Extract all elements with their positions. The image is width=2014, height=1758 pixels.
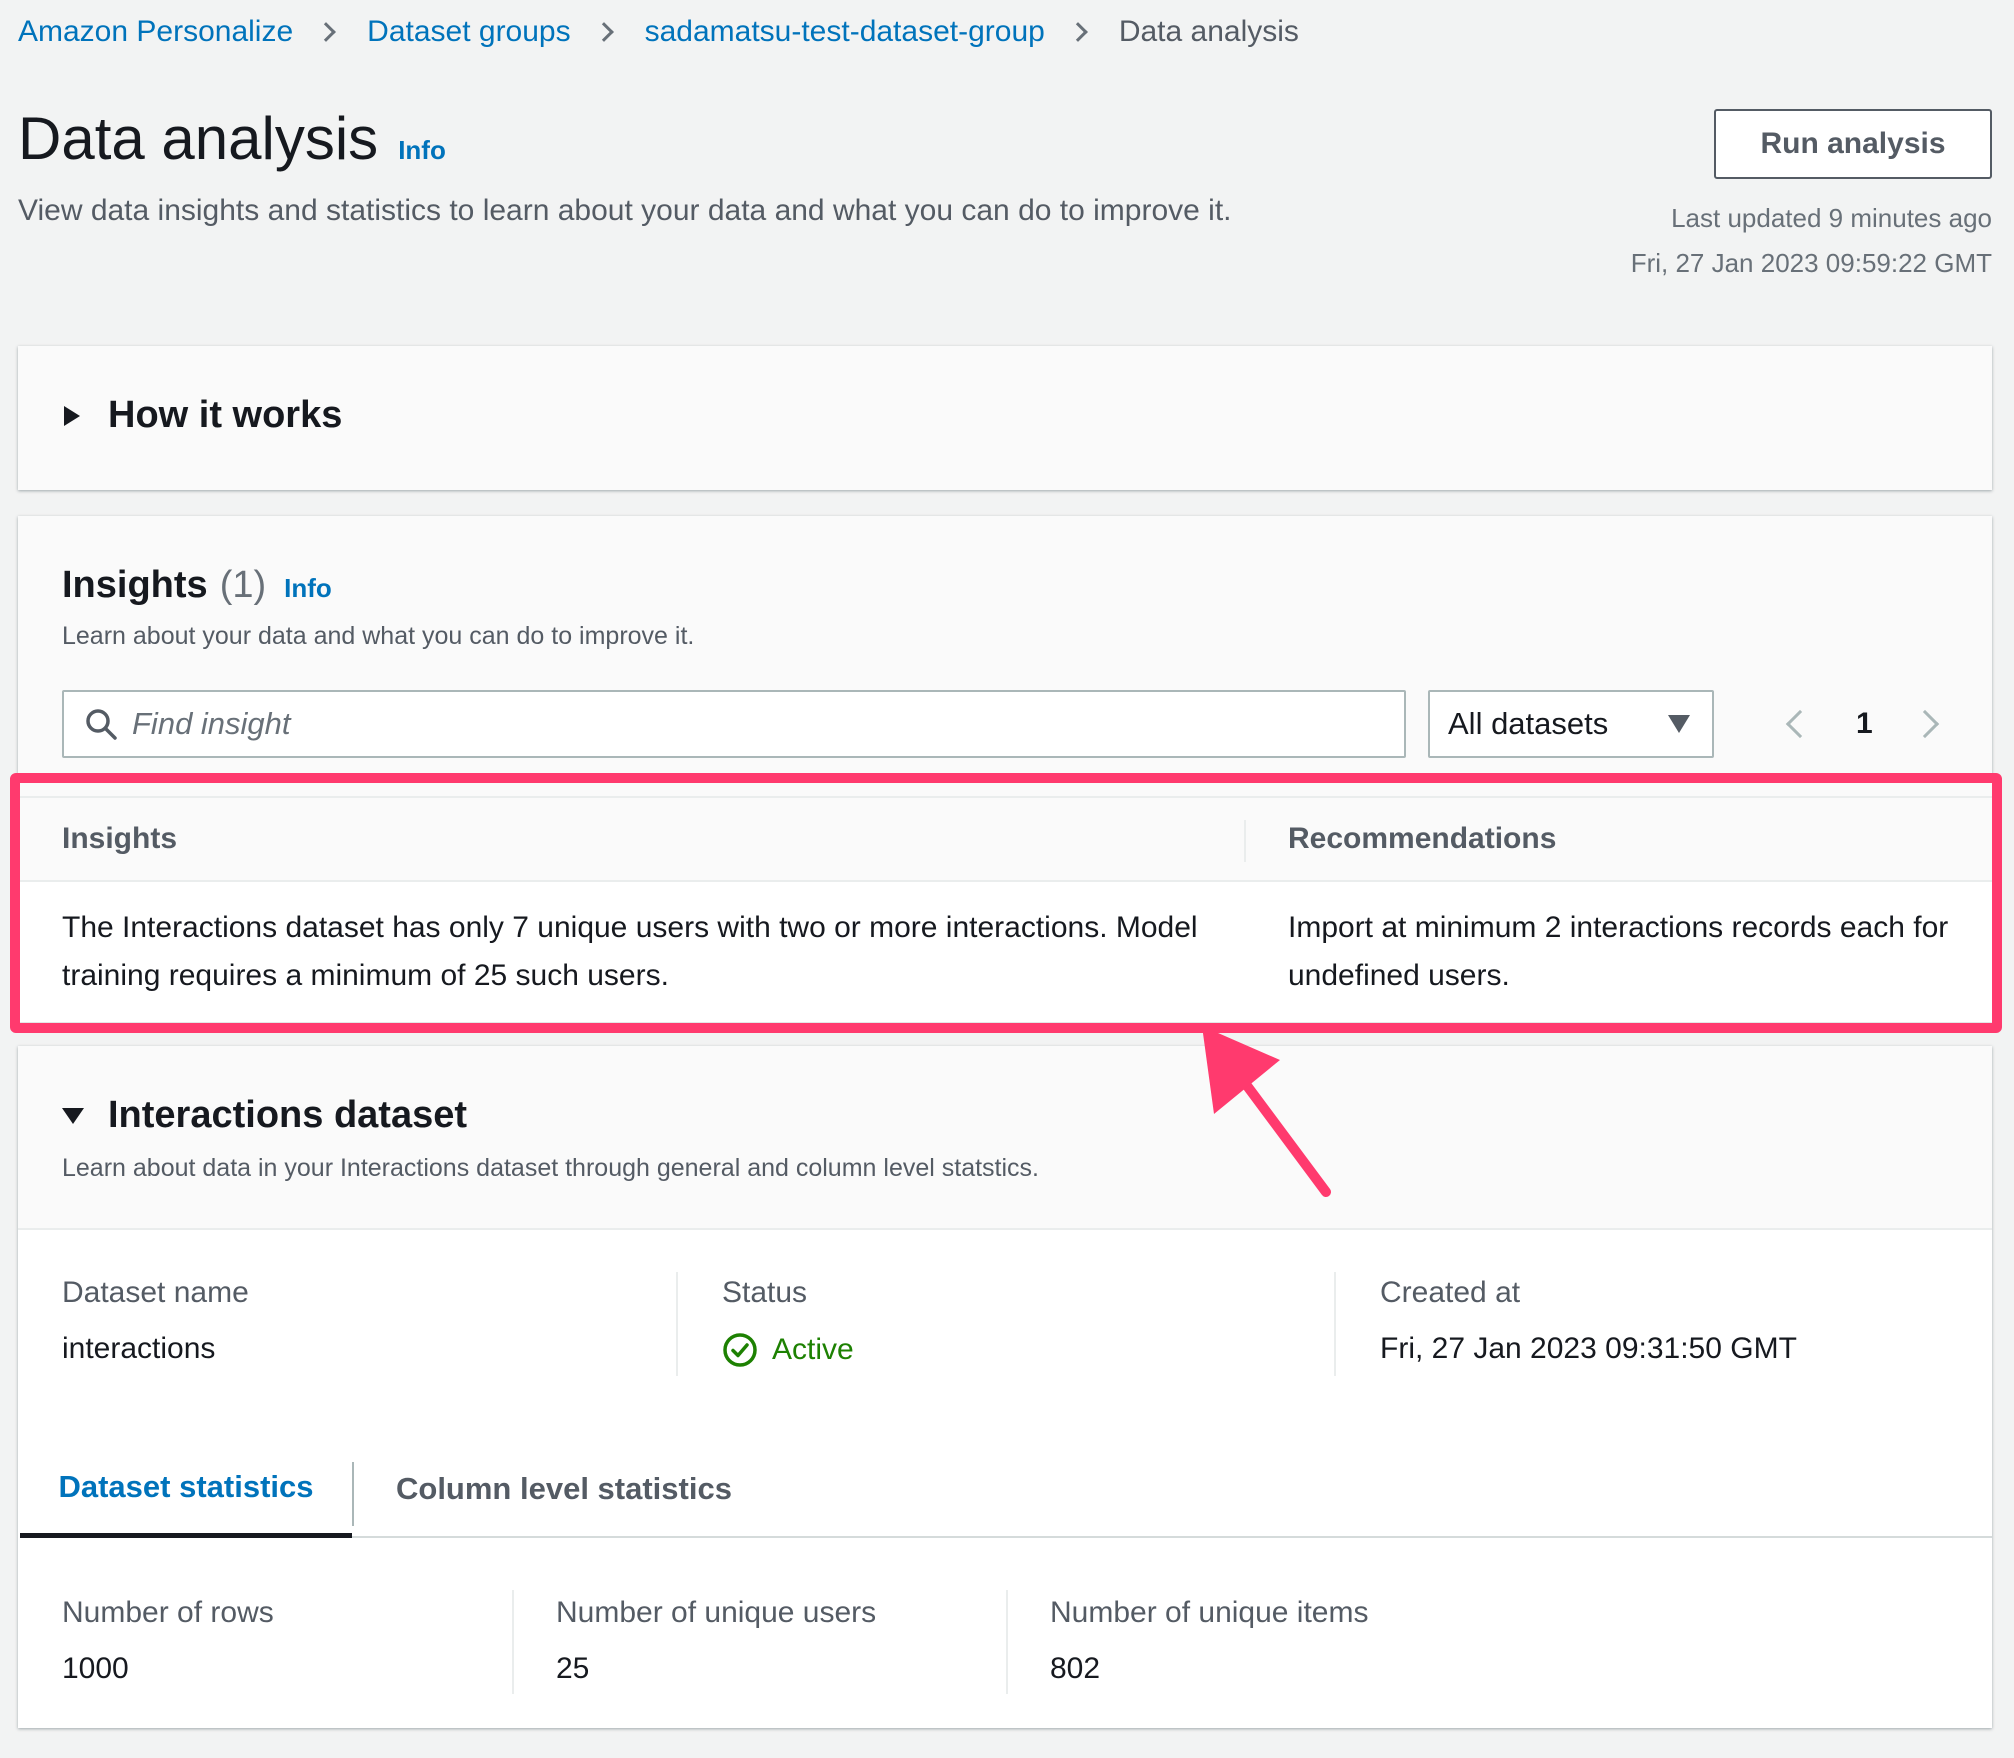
insights-description: Learn about your data and what you can d… <box>62 622 695 650</box>
how-it-works-title: How it works <box>108 394 343 436</box>
page-number[interactable]: 1 <box>1856 707 1873 741</box>
how-it-works-panel: How it works <box>18 346 1992 490</box>
insights-title: Insights (1) Info <box>62 564 332 607</box>
annotation-arrow <box>1202 1026 1331 1197</box>
stat-number-of-unique-items: Number of unique items 802 <box>1050 1596 1369 1686</box>
breadcrumb-link-dataset-group[interactable]: sadamatsu-test-dataset-group <box>645 15 1045 49</box>
insights-info-link[interactable]: Info <box>284 573 332 604</box>
dataset-filter-value: All datasets <box>1448 706 1609 741</box>
search-icon <box>86 709 117 740</box>
last-updated-relative: Last updated 9 minutes ago <box>1671 203 1992 233</box>
pagination: 1 <box>1785 698 1939 750</box>
divider <box>676 1272 678 1376</box>
caret-right-icon <box>64 405 80 426</box>
interactions-header: Interactions dataset Learn about data in… <box>18 1046 1992 1230</box>
chevron-right-icon[interactable] <box>1910 709 1939 739</box>
breadcrumb-link-amazon-personalize[interactable]: Amazon Personalize <box>18 15 293 49</box>
interactions-description: Learn about data in your Interactions da… <box>62 1154 1039 1182</box>
last-updated: Last updated 9 minutes ago Fri, 27 Jan 2… <box>1631 196 1992 286</box>
breadcrumb-current: Data analysis <box>1118 15 1299 48</box>
recommendation-cell: Import at minimum 2 interactions records… <box>1288 911 1949 992</box>
dataset-name-field: Dataset name interactions <box>62 1276 249 1366</box>
status-success-icon <box>723 1333 757 1367</box>
page-title: Data analysis Info <box>18 104 446 173</box>
chevron-left-icon[interactable] <box>1785 709 1815 739</box>
interactions-toggle[interactable]: Interactions dataset <box>62 1094 467 1137</box>
tab-dataset-statistics[interactable]: Dataset statistics <box>20 1440 352 1538</box>
stat-value: 25 <box>556 1652 590 1685</box>
status-badge: Active <box>722 1332 854 1368</box>
divider <box>1006 1590 1008 1694</box>
stat-label: Number of unique users <box>556 1596 877 1629</box>
last-updated-date: Fri, 27 Jan 2023 09:59:22 GMT <box>1630 248 1992 278</box>
column-header-insights: Insights <box>62 822 178 855</box>
search-input[interactable] <box>132 706 1332 742</box>
breadcrumb-link-dataset-groups[interactable]: Dataset groups <box>367 15 570 49</box>
divider <box>512 1590 514 1694</box>
table-header: Insights Recommendations <box>18 796 1992 882</box>
insights-count: (1) <box>219 564 267 606</box>
how-it-works-toggle[interactable]: How it works <box>64 394 342 437</box>
column-divider <box>1244 820 1246 862</box>
insight-cell: The Interactions dataset has only 7 uniq… <box>62 911 1198 992</box>
stat-label: Number of unique items <box>1050 1596 1369 1629</box>
search-field[interactable] <box>62 690 1406 758</box>
created-at-field: Created at Fri, 27 Jan 2023 09:31:50 GMT <box>1380 1276 1797 1366</box>
stat-label: Number of rows <box>62 1596 274 1629</box>
table-row: The Interactions dataset has only 7 uniq… <box>18 882 1992 1022</box>
page-description: View data insights and statistics to lea… <box>18 194 1232 227</box>
chevron-right-icon <box>1067 22 1088 42</box>
run-analysis-button[interactable]: Run analysis <box>1714 109 1992 179</box>
statistics-tabs: Dataset statistics Column level statisti… <box>20 1440 1992 1538</box>
stat-value: 1000 <box>62 1652 129 1685</box>
caret-down-icon <box>1668 715 1690 733</box>
status-field: Status Active <box>722 1276 854 1368</box>
created-at-value: Fri, 27 Jan 2023 09:31:50 GMT <box>1380 1332 1797 1365</box>
interactions-title: Interactions dataset <box>108 1094 467 1136</box>
status-label: Status <box>722 1276 808 1309</box>
insights-table: Insights Recommendations The Interaction… <box>18 796 1992 1022</box>
dataset-name-value: interactions <box>62 1332 216 1365</box>
caret-down-icon <box>62 1107 84 1124</box>
interactions-dataset-panel: Interactions dataset Learn about data in… <box>18 1046 1992 1728</box>
insights-panel: Insights (1) Info Learn about your data … <box>18 516 1992 1022</box>
stat-number-of-unique-users: Number of unique users 25 <box>556 1596 876 1686</box>
dataset-filter-select[interactable]: All datasets <box>1428 690 1714 758</box>
stat-number-of-rows: Number of rows 1000 <box>62 1596 274 1686</box>
column-header-recommendations: Recommendations <box>1288 822 1557 855</box>
page-title-text: Data analysis <box>18 105 379 172</box>
divider <box>1334 1272 1336 1376</box>
created-at-label: Created at <box>1380 1276 1521 1309</box>
stat-value: 802 <box>1050 1652 1101 1685</box>
status-text: Active <box>772 1333 854 1366</box>
chevron-right-icon <box>316 22 337 42</box>
tab-divider <box>352 1462 354 1526</box>
chevron-right-icon <box>593 22 614 42</box>
insights-title-text: Insights <box>62 564 208 606</box>
tab-column-level-statistics[interactable]: Column level statistics <box>380 1440 732 1538</box>
dataset-name-label: Dataset name <box>62 1276 249 1309</box>
page-info-link[interactable]: Info <box>398 135 446 166</box>
breadcrumb: Amazon Personalize Dataset groups sadama… <box>18 12 1299 52</box>
